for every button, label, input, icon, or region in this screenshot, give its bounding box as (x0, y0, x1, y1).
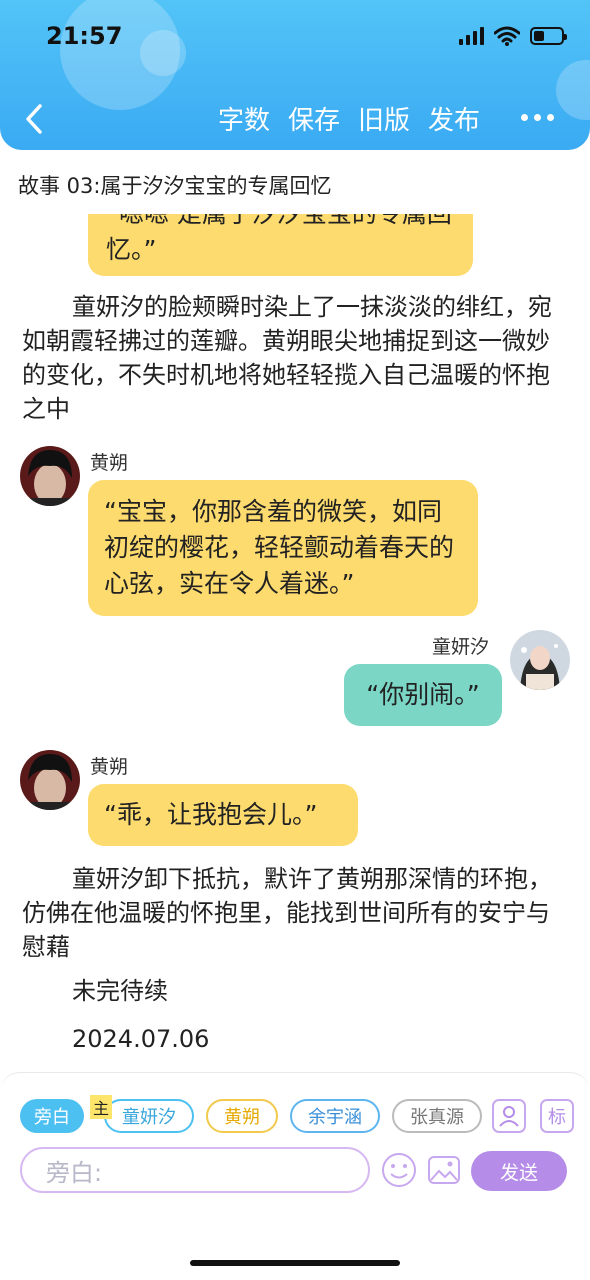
role-chip-tongyanxi[interactable]: 童妍汐 (104, 1099, 194, 1133)
narration-text: 童妍汐卸下抵抗，默许了黄朔那深情的环抱，仿佛在他温暖的怀抱里，能找到世间所有的安… (22, 865, 552, 961)
avatar[interactable] (20, 750, 80, 810)
sender-name: 黄朔 (90, 452, 129, 474)
home-indicator (190, 1260, 400, 1266)
message-text: “乖，让我抱会儿。” (104, 800, 318, 829)
date-text: 2024.07.06 (72, 1025, 210, 1053)
send-button[interactable]: 发送 (471, 1151, 567, 1191)
message-text: “宝宝，你那含羞的微笑，如同初绽的樱花，轻轻颤动着春天的心弦，实在令人着迷。” (104, 497, 455, 598)
message-input[interactable]: 旁白: (20, 1147, 370, 1193)
message-bubble[interactable]: “乖，让我抱会儿。” (88, 784, 358, 846)
narration-text: 童妍汐的脸颊瞬时染上了一抹淡淡的绯红，宛如朝霞轻拂过的莲瓣。黄朔眼尖地捕捉到这一… (22, 293, 552, 423)
old-version-button[interactable]: 旧版 (358, 100, 410, 137)
image-icon[interactable] (427, 1153, 461, 1187)
composer-panel: 旁白 童妍汐 黄朔 余宇涵 张真源 主 标 旁白: 发送 (0, 1072, 590, 1280)
app-header: 21:57 字数 保存 旧版 发布 (0, 0, 590, 150)
message-text: “嗯嗯 是属于汐汐宝宝的专属回忆。” (106, 214, 452, 264)
status-time: 21:57 (46, 22, 123, 50)
role-chip-narrator[interactable]: 旁白 (20, 1099, 84, 1133)
save-button[interactable]: 保存 (288, 100, 340, 137)
nav-actions: 字数 保存 旧版 发布 (218, 100, 480, 137)
sender-name: 童妍汐 (432, 636, 490, 658)
more-icon[interactable] (521, 114, 554, 121)
message-bubble[interactable]: “你别闹。” (344, 664, 502, 726)
battery-icon (530, 27, 567, 45)
decor-circle (140, 30, 186, 76)
wifi-icon (494, 26, 520, 46)
message-bubble: “嗯嗯 是属于汐汐宝宝的专属回忆。” (88, 214, 473, 276)
emoji-icon[interactable] (380, 1151, 418, 1189)
cellular-signal-icon (459, 27, 484, 45)
person-icon[interactable] (492, 1099, 526, 1133)
ending-text: 未完待续 (72, 977, 168, 1005)
role-chip-huangshuo[interactable]: 黄朔 (206, 1099, 278, 1133)
avatar[interactable] (20, 446, 80, 506)
mark-button[interactable]: 标 (540, 1099, 574, 1133)
word-count-button[interactable]: 字数 (218, 100, 270, 137)
role-chip-yuyuhan[interactable]: 余宇涵 (290, 1099, 380, 1133)
back-icon[interactable] (20, 102, 54, 136)
chat-area[interactable]: “嗯嗯 是属于汐汐宝宝的专属回忆。” 童妍汐的脸颊瞬时染上了一抹淡淡的绯红，宛如… (0, 214, 590, 1064)
sender-name: 黄朔 (90, 756, 129, 778)
role-chip-zhangzhenyuan[interactable]: 张真源 (392, 1099, 482, 1133)
story-title: 故事 03:属于汐汐宝宝的专属回忆 (18, 174, 332, 198)
avatar[interactable] (510, 630, 570, 690)
message-bubble[interactable]: “宝宝，你那含羞的微笑，如同初绽的樱花，轻轻颤动着春天的心弦，实在令人着迷。” (88, 480, 478, 616)
message-text: “你别闹。” (366, 680, 480, 709)
status-icons (459, 26, 567, 46)
publish-button[interactable]: 发布 (428, 100, 480, 137)
top-nav: 字数 保存 旧版 发布 (0, 96, 590, 142)
main-role-badge: 主 (90, 1095, 113, 1119)
